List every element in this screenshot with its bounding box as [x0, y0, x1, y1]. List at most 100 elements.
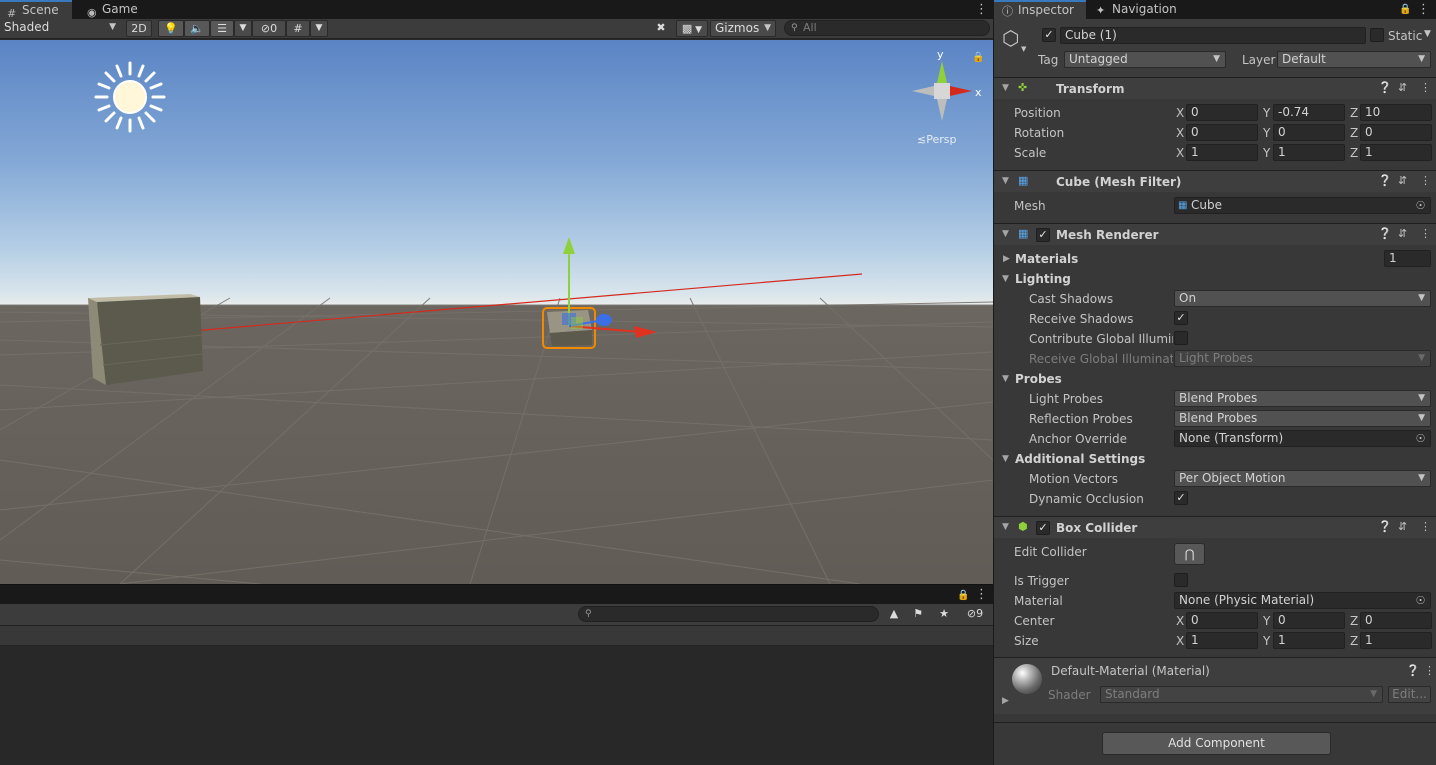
probes-fold-icon[interactable]: ▼	[1002, 374, 1009, 384]
help-icon[interactable]: ❔	[1378, 520, 1392, 534]
component-menu-icon[interactable]: ⋮	[1420, 174, 1431, 188]
size-x-axis[interactable]: X	[1176, 634, 1184, 648]
lighting-fold-icon[interactable]: ▼	[1002, 274, 1009, 284]
tag-dropdown[interactable]: Untagged ▼	[1064, 51, 1226, 68]
center-z-field[interactable]: 0	[1360, 612, 1432, 629]
cube-object[interactable]	[88, 294, 203, 385]
scene-menu-icon[interactable]: ⋮	[975, 3, 988, 16]
add-component-button[interactable]: Add Component	[1102, 732, 1331, 755]
sun-icon[interactable]	[94, 61, 166, 133]
mesh-renderer-enabled-checkbox[interactable]: ✓	[1036, 228, 1050, 242]
move-gizmo[interactable]	[562, 237, 657, 338]
position-x-field[interactable]: 0	[1186, 104, 1258, 121]
presets-icon[interactable]: ⇵	[1398, 81, 1407, 95]
transform-header[interactable]: ▼ ✜ Transform ❔ ⇵ ⋮	[994, 77, 1436, 99]
rotation-z-field[interactable]: 0	[1360, 124, 1432, 141]
object-picker-icon[interactable]: ☉	[1414, 199, 1427, 212]
audio-toggle-icon[interactable]: 🔈	[184, 20, 210, 37]
scale-y-field[interactable]: 1	[1273, 144, 1345, 161]
additional-settings-label[interactable]: Additional Settings	[1015, 452, 1145, 466]
additional-settings-fold-icon[interactable]: ▼	[1002, 454, 1009, 464]
probes-label[interactable]: Probes	[1015, 372, 1062, 386]
box-collider-enabled-checkbox[interactable]: ✓	[1036, 521, 1050, 535]
rotation-x-axis[interactable]: X	[1176, 126, 1184, 140]
lighting-label[interactable]: Lighting	[1015, 272, 1071, 286]
presets-icon[interactable]: ⇵	[1398, 227, 1407, 241]
is-trigger-checkbox[interactable]	[1174, 573, 1188, 587]
scale-y-axis[interactable]: Y	[1263, 146, 1270, 160]
center-x-axis[interactable]: X	[1176, 614, 1184, 628]
center-y-axis[interactable]: Y	[1263, 614, 1270, 628]
lock-icon[interactable]: 🔒	[957, 589, 969, 602]
presets-icon[interactable]: ⇵	[1398, 174, 1407, 188]
position-x-axis[interactable]: X	[1176, 106, 1184, 120]
contribute-gi-checkbox[interactable]	[1174, 331, 1188, 345]
presets-icon[interactable]: ⇵	[1398, 520, 1407, 534]
center-x-field[interactable]: 0	[1186, 612, 1258, 629]
position-y-field[interactable]: -0.74	[1273, 104, 1345, 121]
motion-vectors-dropdown[interactable]: Per Object Motion ▼	[1174, 470, 1431, 487]
active-checkbox[interactable]: ✓	[1042, 28, 1056, 42]
favorites-star-icon[interactable]: ★	[934, 606, 954, 623]
search-by-type-icon[interactable]: ▲	[884, 606, 904, 623]
rotation-x-field[interactable]: 0	[1186, 124, 1258, 141]
materials-count-field[interactable]: 1	[1384, 250, 1431, 267]
tools-icon[interactable]: ✖	[650, 20, 672, 37]
scale-z-axis[interactable]: Z	[1350, 146, 1358, 160]
gizmos-dropdown[interactable]: Gizmos ▼	[710, 20, 776, 37]
search-by-label-icon[interactable]: ⚑	[908, 606, 928, 623]
cast-shadows-dropdown[interactable]: On ▼	[1174, 290, 1431, 307]
scale-x-field[interactable]: 1	[1186, 144, 1258, 161]
dynamic-occlusion-checkbox[interactable]: ✓	[1174, 491, 1188, 505]
lighting-toggle-icon[interactable]: 💡	[158, 20, 184, 37]
lock-icon[interactable]: 🔒	[1399, 3, 1411, 16]
lock-icon[interactable]: 🔒	[972, 51, 984, 63]
tab-scene[interactable]: # Scene	[0, 0, 72, 20]
help-icon[interactable]: ❔	[1378, 174, 1392, 188]
hidden-packages-toggle[interactable]: ⊘9	[960, 606, 990, 623]
material-menu-icon[interactable]: ⋮	[1424, 664, 1435, 678]
projection-toggle[interactable]: ≲Persp	[917, 133, 956, 146]
component-menu-icon[interactable]: ⋮	[1420, 81, 1431, 95]
project-search-input[interactable]: ⚲	[578, 606, 879, 622]
materials-expand-icon[interactable]: ▶	[1003, 254, 1010, 264]
lower-menu-icon[interactable]: ⋮	[975, 588, 988, 601]
effects-dropdown-icon[interactable]: ▼	[234, 20, 252, 37]
icon-dropdown-arrow[interactable]: ▼	[1021, 45, 1026, 53]
scene-search-input[interactable]: ⚲ All	[784, 20, 990, 36]
component-menu-icon[interactable]: ⋮	[1420, 520, 1431, 534]
shader-edit-button[interactable]: Edit...	[1388, 686, 1431, 703]
size-y-field[interactable]: 1	[1273, 632, 1345, 649]
orientation-gizmo-icon[interactable]	[912, 61, 972, 121]
size-z-field[interactable]: 1	[1360, 632, 1432, 649]
object-picker-icon[interactable]: ☉	[1414, 432, 1427, 445]
scene-viewport[interactable]: y x 🔒 ≲Persp	[0, 40, 993, 584]
center-y-field[interactable]: 0	[1273, 612, 1345, 629]
shader-dropdown[interactable]: Standard ▼	[1100, 686, 1383, 703]
box-collider-header[interactable]: ▼ ⬢ ✓ Box Collider ❔ ⇵ ⋮	[994, 516, 1436, 538]
scale-z-field[interactable]: 1	[1360, 144, 1432, 161]
mesh-object-field[interactable]: ▦ Cube ☉	[1174, 197, 1431, 214]
edit-collider-button[interactable]: ⋂	[1174, 543, 1205, 565]
reflection-probes-dropdown[interactable]: Blend Probes ▼	[1174, 410, 1431, 427]
rotation-y-axis[interactable]: Y	[1263, 126, 1270, 140]
material-expand-icon[interactable]: ▶	[1002, 696, 1009, 706]
collider-material-field[interactable]: None (Physic Material) ☉	[1174, 592, 1431, 609]
tab-navigation[interactable]: ✦ Navigation	[1088, 0, 1188, 19]
tab-game[interactable]: ◉ Game	[80, 0, 150, 19]
layer-dropdown[interactable]: Default ▼	[1277, 51, 1431, 68]
center-z-axis[interactable]: Z	[1350, 614, 1358, 628]
grid-toggle-icon[interactable]: #	[286, 20, 310, 37]
mesh-filter-header[interactable]: ▼ ▦ Cube (Mesh Filter) ❔ ⇵ ⋮	[994, 170, 1436, 192]
rotation-y-field[interactable]: 0	[1273, 124, 1345, 141]
material-sphere-icon[interactable]	[1012, 664, 1042, 694]
effects-toggle-icon[interactable]: ☰	[210, 20, 234, 37]
scale-x-axis[interactable]: X	[1176, 146, 1184, 160]
position-z-axis[interactable]: Z	[1350, 106, 1358, 120]
static-dropdown-icon[interactable]: ▼	[1424, 29, 1431, 39]
static-checkbox[interactable]	[1370, 28, 1384, 42]
inspector-menu-icon[interactable]: ⋮	[1417, 3, 1430, 16]
tab-inspector[interactable]: ⓘ Inspector	[994, 0, 1086, 19]
draw-mode-dropdown[interactable]: Shaded ▼	[0, 20, 120, 37]
help-icon[interactable]: ❔	[1378, 81, 1392, 95]
